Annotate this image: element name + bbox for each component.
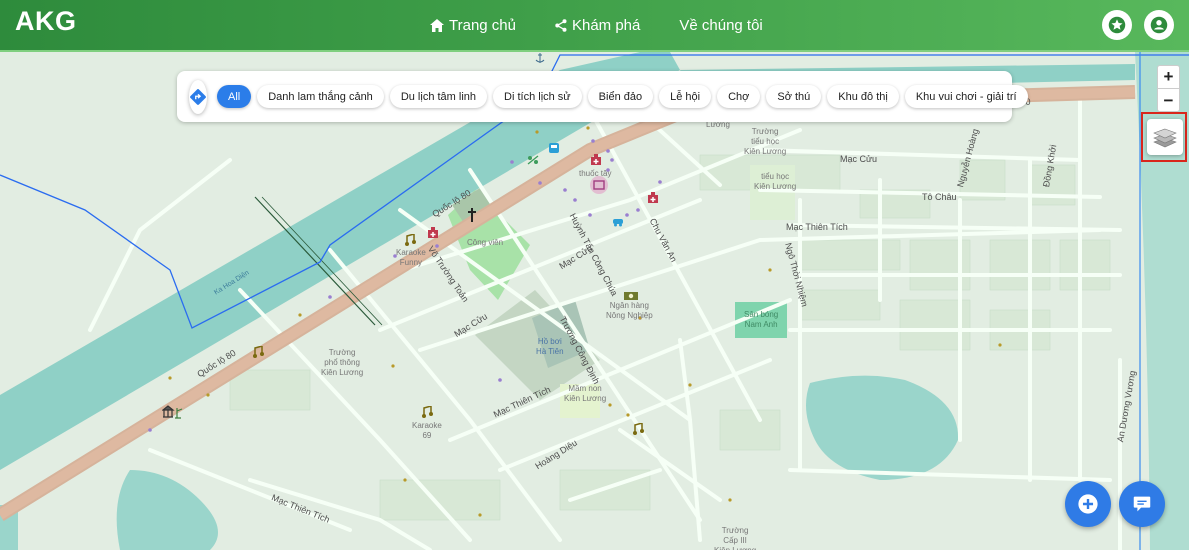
layers-highlight-frame (1141, 112, 1187, 162)
road-label-mac-cuu-3: Mạc Cửu (840, 154, 878, 164)
main-nav: Trang chủ Khám phá Về chúng tôi (430, 0, 802, 50)
nav-home-label: Trang chủ (449, 16, 516, 34)
zoom-in-button[interactable]: + (1158, 66, 1179, 89)
place-label-san-bong: Sân bóng Nam Anh (744, 310, 779, 329)
nav-about-label: Về chúng tôi (679, 16, 763, 34)
place-label-ngan-hang: Ngân hàng Nông Nghiệp (606, 301, 653, 320)
user-icon (1150, 16, 1168, 34)
place-label-cong-vien: Công viên (467, 238, 504, 247)
category-chip[interactable]: Biển đảo (587, 85, 654, 108)
museum-icon[interactable] (162, 405, 184, 419)
place-label-th-kl-1: Trường tiểu học Kiên Lương (744, 127, 787, 156)
add-place-button[interactable] (1065, 481, 1111, 527)
category-chip[interactable]: Du lịch tâm linh (389, 85, 488, 108)
zoom-control: + − (1157, 65, 1180, 112)
anchor-icon (535, 53, 545, 63)
home-icon (430, 18, 444, 32)
pharmacy-icon[interactable] (647, 192, 659, 204)
nav-about[interactable]: Về chúng tôi (679, 17, 762, 34)
zoom-out-button[interactable]: − (1158, 89, 1179, 112)
category-chip[interactable]: Khu vui chơi - giải trí (904, 85, 1028, 108)
layers-button[interactable] (1147, 119, 1183, 155)
place-label-cap3: Trường Cấp III Kiên Lương (714, 526, 756, 550)
category-chip[interactable]: Khu đô thị (827, 85, 899, 108)
place-label-karaoke-69: Karaoke 69 (412, 421, 442, 440)
music-icon[interactable] (404, 234, 416, 246)
category-chip[interactable]: Lễ hội (659, 85, 712, 108)
plus-circle-icon (1078, 494, 1098, 514)
road-label-to-chau: Tô Châu (922, 192, 957, 202)
favorites-button[interactable] (1102, 10, 1132, 40)
category-chip[interactable]: All (217, 85, 252, 108)
category-filter-bar: All Danh lam thắng cảnh Du lịch tâm linh Di… (177, 71, 1028, 122)
star-icon (1108, 16, 1126, 34)
layers-icon (1153, 128, 1177, 148)
car-icon[interactable] (612, 215, 624, 227)
church-icon[interactable] (466, 208, 478, 222)
chat-icon (1133, 496, 1151, 512)
market-icon[interactable] (589, 175, 609, 195)
category-chip[interactable]: Chợ (717, 85, 761, 108)
account-button[interactable] (1144, 10, 1174, 40)
chat-button[interactable] (1119, 481, 1165, 527)
map-base-layer (0, 52, 1189, 550)
directions-icon (190, 88, 206, 105)
place-label-mam-non: Mầm non Kiên Lương (564, 384, 607, 403)
nav-explore[interactable]: Khám phá (555, 17, 640, 34)
app-logo[interactable]: AKG (15, 6, 77, 37)
music-icon[interactable] (421, 406, 433, 418)
bank-icon[interactable] (624, 291, 638, 301)
playground-icon[interactable] (526, 154, 540, 166)
nav-explore-label: Khám phá (571, 16, 641, 34)
app-header: AKG Trang chủ Khám phá Về chúng tôi (0, 0, 1189, 52)
place-label-ho-boi: Hồ bơi Hà Tiên (536, 337, 564, 356)
music-icon[interactable] (632, 423, 644, 435)
pharmacy-icon[interactable] (427, 227, 439, 239)
map-canvas[interactable]: Quốc lộ 80 Quốc lộ 80 lộ 80 Võ Trường To… (0, 52, 1189, 550)
share-icon (555, 18, 567, 32)
category-chip[interactable]: Di tích lịch sử (493, 85, 582, 108)
pharmacy-icon[interactable] (590, 154, 602, 166)
road-label-mac-thien-tich-2: Mạc Thiên Tích (786, 222, 848, 232)
category-chip[interactable]: Danh lam thắng cảnh (257, 85, 384, 108)
place-label-karaoke-funny: Karaoke Funny (396, 248, 426, 267)
directions-button[interactable] (189, 79, 207, 114)
music-icon[interactable] (252, 346, 264, 358)
nav-home[interactable]: Trang chủ (430, 17, 516, 34)
category-chips: All Danh lam thắng cảnh Du lịch tâm linh Di… (217, 85, 1034, 108)
place-label-th-kl-2: tiểu học Kiên Lương (754, 172, 797, 191)
place-label-truong-pt: Trường phổ thông Kiên Lương (321, 348, 364, 377)
bus-icon[interactable] (548, 142, 560, 154)
category-chip[interactable]: Sở thú (766, 85, 822, 108)
